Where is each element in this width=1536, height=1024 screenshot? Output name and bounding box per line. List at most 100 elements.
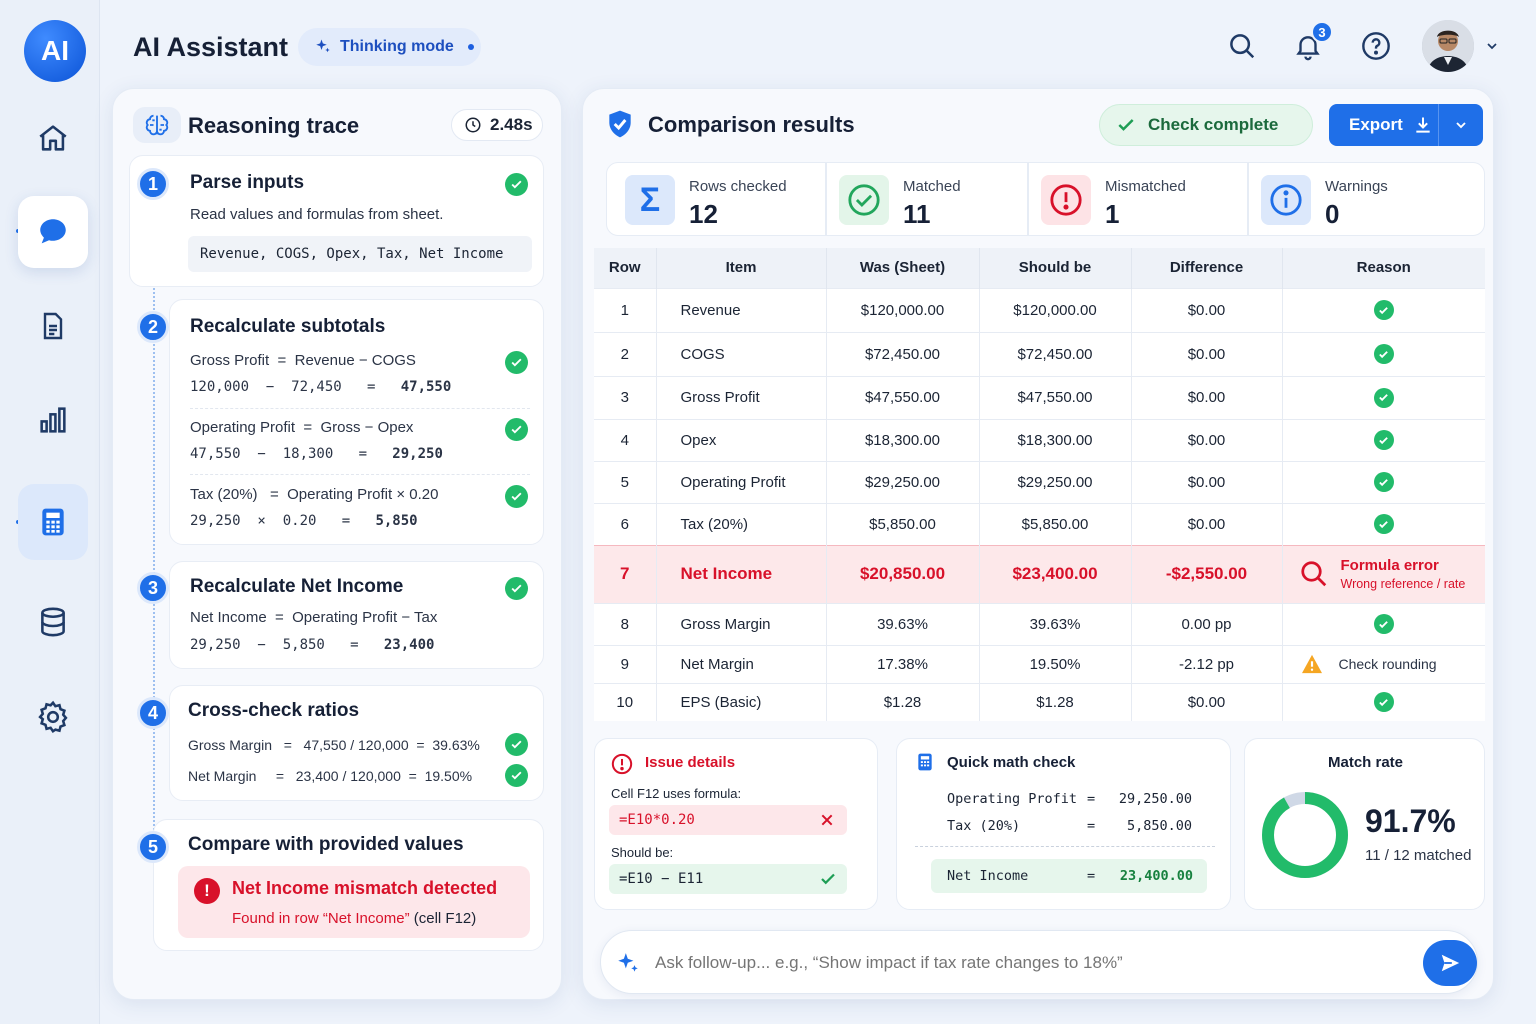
table-row[interactable]: 8 Gross Margin 39.63% 39.63% 0.00 pp xyxy=(594,602,1485,645)
user-avatar[interactable] xyxy=(1422,20,1474,72)
reason-title: Check rounding xyxy=(1338,656,1437,672)
step-card-1: Parse inputs Read values and formulas fr… xyxy=(129,155,544,287)
column-header[interactable]: Row xyxy=(594,248,657,288)
stat-label: Warnings xyxy=(1325,178,1388,195)
step-1-check-icon xyxy=(505,173,528,196)
column-header[interactable]: Item xyxy=(656,248,827,288)
shield-check-icon xyxy=(609,110,631,138)
table-cell-reason xyxy=(1282,331,1485,376)
step-2-formula-2: Operating Profit = Gross − Opex xyxy=(190,419,414,436)
user-photo-icon xyxy=(1422,20,1474,72)
table-cell-diff: $0.00 xyxy=(1131,460,1283,503)
table-cell-was: 39.63% xyxy=(826,602,980,645)
table-row[interactable]: 6 Tax (20%) $5,850.00 $5,850.00 $0.00 xyxy=(594,502,1485,545)
matched-icon-wrapper xyxy=(839,175,889,225)
current-formula-value: =E10*0.20 xyxy=(619,812,695,828)
nav-database[interactable] xyxy=(18,586,88,658)
export-options-button[interactable] xyxy=(1439,104,1483,146)
table-cell-item: Gross Margin xyxy=(656,602,827,645)
step-3-title: Recalculate Net Income xyxy=(190,576,404,597)
mismatch-alert-cell: (cell F12) xyxy=(409,910,477,927)
nav-home[interactable] xyxy=(18,102,88,174)
table-row[interactable]: 5 Operating Profit $29,250.00 $29,250.00 $0.… xyxy=(594,460,1485,503)
table-cell-row: 5 xyxy=(594,460,657,503)
reasoning-trace-panel: Reasoning trace 2.48s Parse inputs Read … xyxy=(112,88,562,1000)
table-cell-should: $5,850.00 xyxy=(979,502,1132,545)
table-cell-reason xyxy=(1282,460,1485,503)
table-cell-row: 7 xyxy=(594,544,657,603)
nav-chat[interactable] xyxy=(18,196,88,268)
settings-icon xyxy=(38,700,68,734)
table-row[interactable]: 10 EPS (Basic) $1.28 $1.28 $0.00 xyxy=(594,682,1485,721)
table-row[interactable]: 1 Revenue $120,000.00 $120,000.00 $0.00 xyxy=(594,287,1485,332)
step-1-description: Read values and formulas from sheet. xyxy=(190,206,444,223)
chevron-down-icon xyxy=(1456,122,1466,129)
mode-active-dot xyxy=(467,44,474,50)
table-cell-row: 3 xyxy=(594,375,657,419)
send-button[interactable] xyxy=(1423,940,1477,986)
stat-value: 12 xyxy=(689,199,718,229)
step-2-calc-3-expr: 29,250 × 0.20 = xyxy=(190,513,376,529)
sparkle-icon xyxy=(618,953,638,972)
step-card-2: Recalculate subtotals Gross Profit = Rev… xyxy=(169,299,544,545)
send-icon xyxy=(1441,954,1460,972)
step-2-result-1: 47,550 xyxy=(400,379,452,395)
column-header[interactable]: Should be xyxy=(979,248,1132,288)
stat-value: 11 xyxy=(903,199,931,229)
math-result-value: 23,400.00 xyxy=(1119,868,1193,884)
table-cell-reason xyxy=(1282,602,1485,645)
table-cell-row: 9 xyxy=(594,644,657,683)
step-3-result: 23,400 xyxy=(383,637,435,653)
table-row[interactable]: 2 COGS $72,450.00 $72,450.00 $0.00 xyxy=(594,331,1485,376)
step-4-ratio-2: Net Margin = 23,400 / 120,000 = 19.50% xyxy=(188,768,473,784)
help-button[interactable] xyxy=(1358,28,1394,64)
check-complete-label: Check complete xyxy=(1148,115,1279,134)
nav-analytics[interactable] xyxy=(18,384,88,456)
app-logo[interactable]: AI xyxy=(24,20,86,82)
search-button[interactable] xyxy=(1224,28,1260,64)
comparison-table: Row Item Was (Sheet) Should be Differenc… xyxy=(594,248,1485,721)
table-cell-was: $47,550.00 xyxy=(826,375,980,419)
database-icon xyxy=(41,607,65,637)
nav-documents[interactable] xyxy=(18,290,88,362)
table-row[interactable]: 4 Opex $18,300.00 $18,300.00 $0.00 xyxy=(594,418,1485,461)
step-3-number: 3 xyxy=(137,572,169,604)
stat-label: Matched xyxy=(903,178,961,195)
thinking-mode-label: Thinking mode xyxy=(340,38,454,55)
nav-settings[interactable] xyxy=(18,681,88,753)
math-line-2-value: 5,850.00 xyxy=(1126,818,1192,834)
column-header[interactable]: Difference xyxy=(1131,248,1283,288)
table-row[interactable]: 9 Net Margin 17.38% 19.50% -2.12 pp Check rou… xyxy=(594,644,1485,683)
column-header[interactable]: Was (Sheet) xyxy=(826,248,980,288)
table-cell-diff: -$2,550.00 xyxy=(1131,544,1283,603)
account-menu-button[interactable] xyxy=(1480,28,1504,64)
step-4-check-icon-2 xyxy=(505,764,528,787)
math-result-row: Net Income = 23,400.00 xyxy=(931,859,1207,893)
export-button[interactable]: Export xyxy=(1329,104,1439,146)
checkmark-icon xyxy=(821,873,835,885)
column-header[interactable]: Reason xyxy=(1282,248,1485,288)
step-2-number: 2 xyxy=(137,311,169,343)
step-2-result-2: 29,250 xyxy=(392,446,443,462)
brain-icon-wrapper xyxy=(133,107,181,143)
table-cell-was: $29,250.00 xyxy=(826,460,980,503)
check-circle-icon xyxy=(848,184,880,216)
step-2-calc-2-expr: 47,550 − 18,300 = xyxy=(190,446,393,462)
check-icon xyxy=(1373,430,1394,450)
search-icon xyxy=(1230,34,1255,59)
step-2-calc-2: 47,550 − 18,300 = 29,250 xyxy=(190,446,443,462)
table-row[interactable]: 3 Gross Profit $47,550.00 $47,550.00 $0.00 xyxy=(594,375,1485,419)
check-icon xyxy=(1373,692,1394,713)
table-row[interactable]: 7 Net Income $20,850.00 $23,400.00 -$2,550.0… xyxy=(594,544,1485,603)
reason-title: Formula error xyxy=(1340,557,1439,574)
thinking-mode-toggle[interactable]: Thinking mode xyxy=(298,28,481,66)
nav-calculator[interactable] xyxy=(18,484,88,560)
check-icon xyxy=(1373,514,1394,534)
donut-progress xyxy=(1262,792,1348,878)
table-cell-item: COGS xyxy=(656,331,827,376)
export-label: Export xyxy=(1349,115,1403,134)
table-cell-diff: $0.00 xyxy=(1131,287,1283,332)
math-line-1-value: 29,250.00 xyxy=(1118,791,1192,807)
follow-up-input[interactable] xyxy=(655,945,1395,981)
issue-details-card: Issue details Cell F12 uses formula: =E1… xyxy=(594,738,878,910)
